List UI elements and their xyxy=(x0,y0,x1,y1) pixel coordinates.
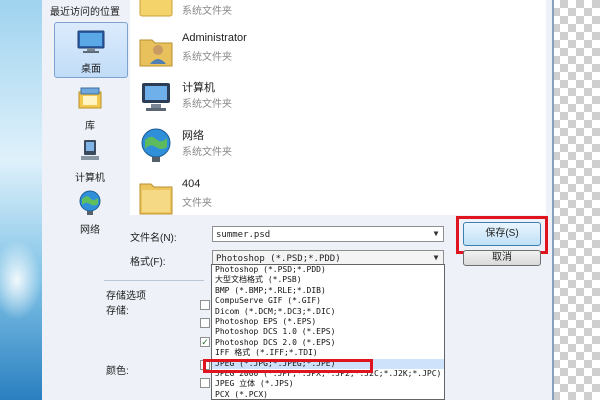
format-option[interactable]: Photoshop EPS (*.EPS) xyxy=(212,317,444,327)
cancel-button[interactable]: 取消 xyxy=(463,250,541,266)
file-type: 文件夹 xyxy=(182,198,212,209)
format-option[interactable]: Photoshop (*.PSD;*.PDD) xyxy=(212,265,444,275)
checkbox[interactable] xyxy=(200,318,210,328)
filename-value: summer.psd xyxy=(216,230,271,240)
format-value: Photoshop (*.PSD;*.PDD) xyxy=(216,254,341,264)
network-icon xyxy=(136,125,176,165)
file-type: 系统文件夹 xyxy=(182,147,232,158)
file-type: 系统文件夹 xyxy=(182,6,232,17)
format-label: 格式(F): xyxy=(130,257,166,268)
format-option[interactable]: Photoshop DCS 1.0 (*.EPS) xyxy=(212,327,444,337)
file-type: 系统文件夹 xyxy=(182,52,232,63)
user-folder-icon xyxy=(136,30,176,70)
storage-options-label: 存储选项 xyxy=(106,291,146,302)
format-option[interactable]: JPEG 立体 (*.JPS) xyxy=(212,379,444,389)
list-item[interactable]: 计算机 系统文件夹 xyxy=(134,75,534,119)
nav-item-desktop[interactable]: 桌面 xyxy=(54,22,128,78)
list-item[interactable]: 404 文件夹 xyxy=(134,174,534,218)
nav-item-label: 计算机 xyxy=(75,173,105,184)
nav-item-computer[interactable]: 计算机 xyxy=(54,132,126,186)
storage-label: 存储: xyxy=(106,306,129,317)
library-icon xyxy=(75,84,105,114)
jpeg-option-highlight xyxy=(203,359,373,373)
divider xyxy=(104,280,204,281)
desktop-icon xyxy=(76,27,106,57)
file-name: 网络 xyxy=(182,130,204,142)
transparency-checkerboard xyxy=(552,0,600,400)
desktop-glow xyxy=(0,240,42,320)
checkbox[interactable] xyxy=(200,378,210,388)
format-option[interactable]: Photoshop DCS 2.0 (*.EPS) xyxy=(212,338,444,348)
filename-label: 文件名(N): xyxy=(130,233,177,244)
desktop-background xyxy=(0,0,42,400)
nav-item-label: 库 xyxy=(85,121,95,132)
nav-item-label: 网络 xyxy=(80,225,100,236)
file-name: 计算机 xyxy=(182,82,215,94)
network-icon xyxy=(75,188,105,218)
filename-input[interactable]: summer.psd ▼ xyxy=(212,226,444,242)
nav-item-label: 桌面 xyxy=(81,64,101,75)
chevron-down-icon[interactable]: ▼ xyxy=(429,227,443,241)
checkbox[interactable] xyxy=(200,300,210,310)
libraries-icon xyxy=(136,0,176,22)
format-dropdown-list: Photoshop (*.PSD;*.PDD) 大型文档格式 (*.PSB) B… xyxy=(211,264,445,400)
format-option[interactable]: PCX (*.PCX) xyxy=(212,390,444,399)
computer-icon xyxy=(75,136,105,166)
chevron-down-icon[interactable]: ▼ xyxy=(429,251,443,265)
nav-item-library[interactable]: 库 xyxy=(54,80,126,134)
recent-places-label: 最近访问的位置 xyxy=(50,7,120,18)
format-option[interactable]: 大型文档格式 (*.PSB) xyxy=(212,275,444,285)
format-option[interactable]: IFF 格式 (*.IFF;*.TDI) xyxy=(212,348,444,358)
checkbox-checked[interactable]: ✓ xyxy=(200,337,210,347)
list-item[interactable]: Administrator 系统文件夹 xyxy=(134,28,534,72)
list-item[interactable]: 系统文件夹 xyxy=(134,0,534,24)
color-label: 颜色: xyxy=(106,366,129,377)
file-type: 系统文件夹 xyxy=(182,99,232,110)
save-button[interactable]: 保存(S) xyxy=(463,222,541,246)
file-name: Administrator xyxy=(182,32,247,44)
format-option[interactable]: BMP (*.BMP;*.RLE;*.DIB) xyxy=(212,286,444,296)
format-option[interactable]: Dicom (*.DCM;*.DC3;*.DIC) xyxy=(212,307,444,317)
folder-icon xyxy=(136,176,176,216)
file-name: 404 xyxy=(182,178,201,190)
list-item[interactable]: 网络 系统文件夹 xyxy=(134,123,534,167)
format-option[interactable]: CompuServe GIF (*.GIF) xyxy=(212,296,444,306)
computer-icon xyxy=(136,77,176,117)
nav-item-network[interactable]: 网络 xyxy=(54,184,126,238)
